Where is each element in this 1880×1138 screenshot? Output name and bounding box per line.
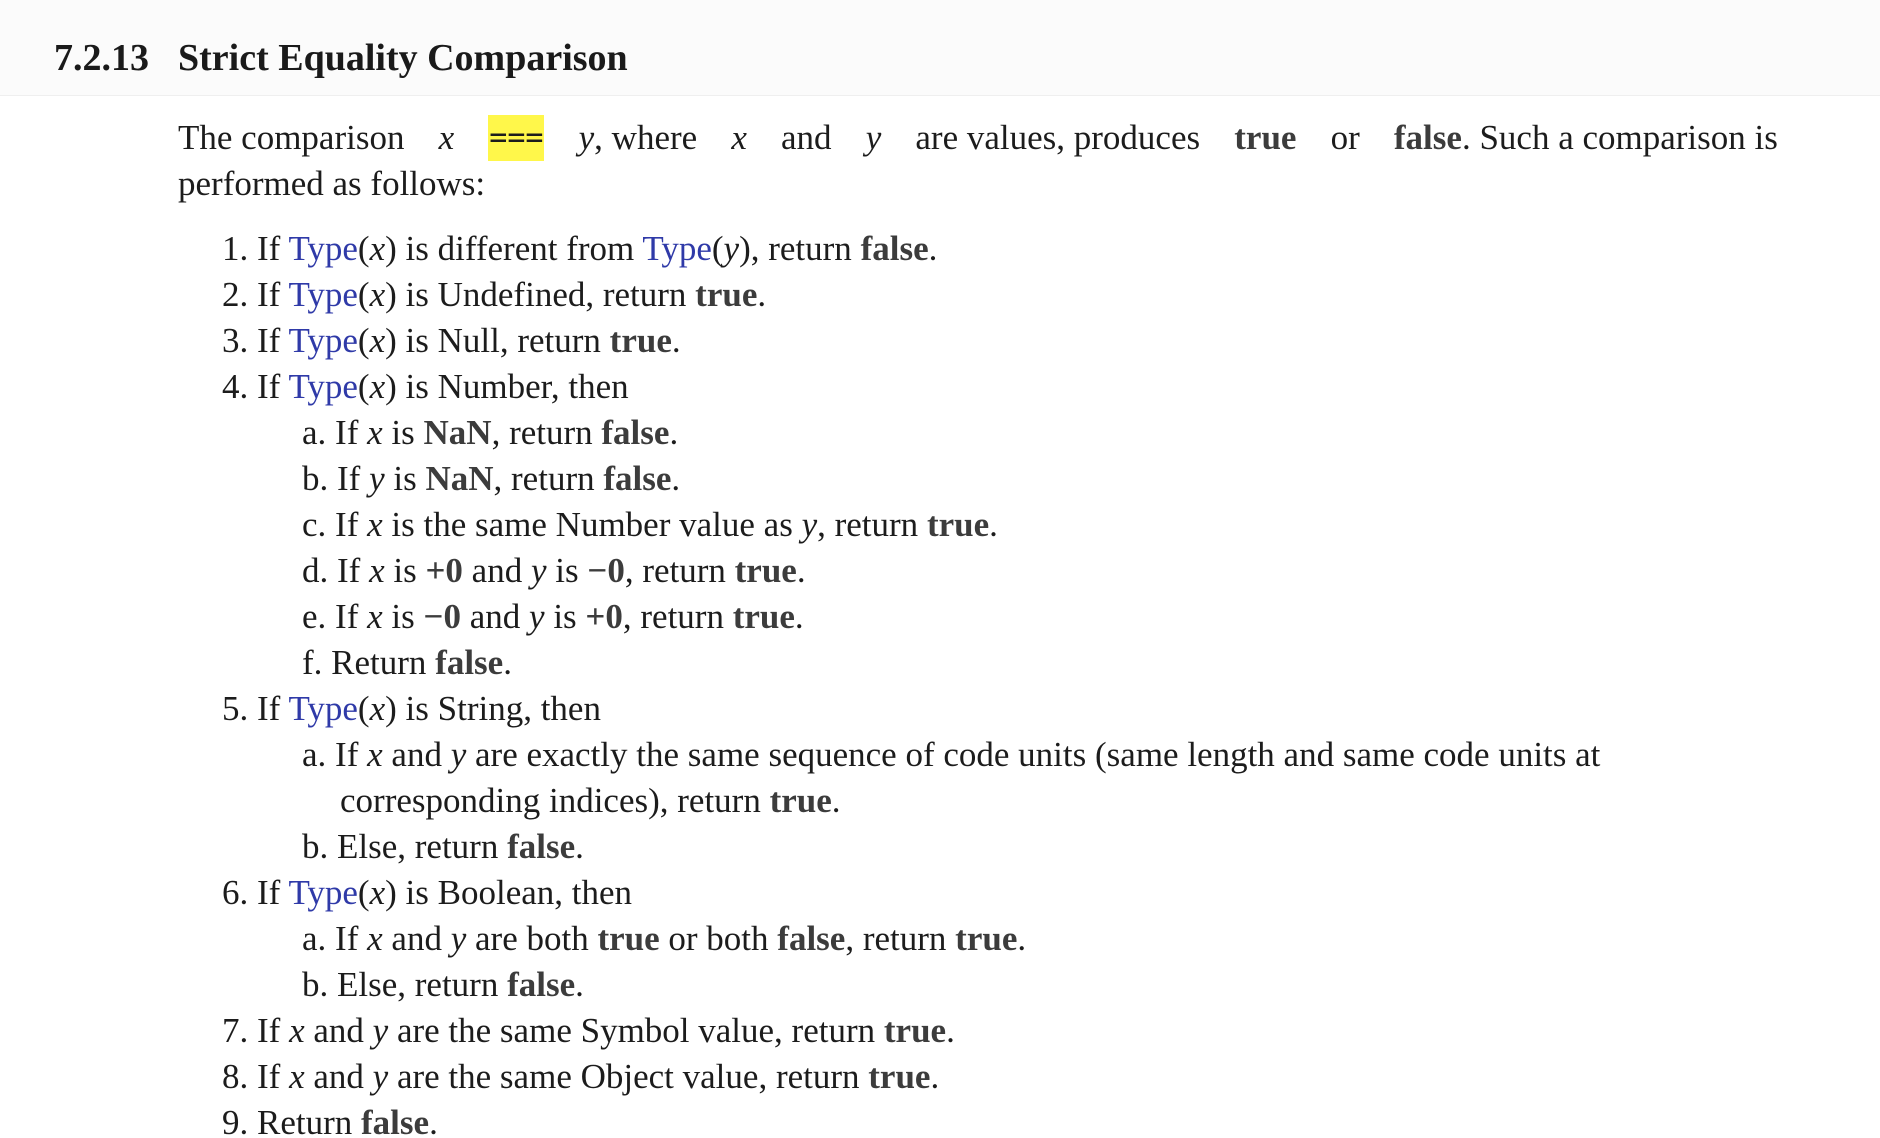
section-heading: 7.2.13 Strict Equality Comparison: [54, 32, 628, 84]
intro-paragraph: The comparison x === y, where x and y ar…: [178, 115, 1778, 207]
section-title: Strict Equality Comparison: [178, 37, 628, 79]
step-6-substeps: a. If x and y are both true or both fals…: [222, 916, 1600, 1008]
step-5a: a. If x and y are exactly the same seque…: [302, 735, 1601, 820]
step-5-substeps: a. If x and y are exactly the same seque…: [222, 732, 1600, 870]
step-6: 6. If Type(x) is Boolean, then a. If x a…: [222, 870, 1600, 1008]
type-link[interactable]: Type: [288, 321, 357, 360]
type-link[interactable]: Type: [288, 229, 357, 268]
step-8: 8. If x and y are the same Object value,…: [222, 1057, 940, 1096]
intro-line-2: performed as follows:: [178, 164, 486, 203]
type-link[interactable]: Type: [288, 873, 357, 912]
section-number: 7.2.13: [54, 37, 149, 79]
step-3: 3. If Type(x) is Null, return true.: [222, 321, 681, 360]
type-link[interactable]: Type: [642, 229, 711, 268]
type-link[interactable]: Type: [288, 275, 357, 314]
step-4: 4. If Type(x) is Number, then a. If x is…: [222, 364, 1600, 686]
step-5b: b. Else, return false.: [302, 827, 584, 866]
step-4e: e. If x is −0 and y is +0, return true.: [302, 597, 804, 636]
step-6b: b. Else, return false.: [302, 965, 584, 1004]
step-4c: c. If x is the same Number value as y, r…: [302, 505, 998, 544]
type-link[interactable]: Type: [288, 689, 357, 728]
step-4a: a. If x is NaN, return false.: [302, 413, 679, 452]
step-7: 7. If x and y are the same Symbol value,…: [222, 1011, 955, 1050]
highlighted-operator: ===: [488, 115, 545, 161]
step-4-substeps: a. If x is NaN, return false. b. If y is…: [222, 410, 1600, 686]
step-6a: a. If x and y are both true or both fals…: [302, 919, 1027, 958]
step-9: 9. Return false.: [222, 1103, 438, 1138]
algorithm-steps: 1. If Type(x) is different from Type(y),…: [222, 226, 1600, 1138]
intro-line-1: The comparison x === y, where x and y ar…: [178, 115, 1778, 161]
step-4b: b. If y is NaN, return false.: [302, 459, 681, 498]
step-5: 5. If Type(x) is String, then a. If x an…: [222, 686, 1600, 870]
step-4f: f. Return false.: [302, 643, 512, 682]
step-2: 2. If Type(x) is Undefined, return true.: [222, 275, 767, 314]
step-1: 1. If Type(x) is different from Type(y),…: [222, 229, 938, 268]
type-link[interactable]: Type: [288, 367, 357, 406]
step-4d: d. If x is +0 and y is −0, return true.: [302, 551, 806, 590]
